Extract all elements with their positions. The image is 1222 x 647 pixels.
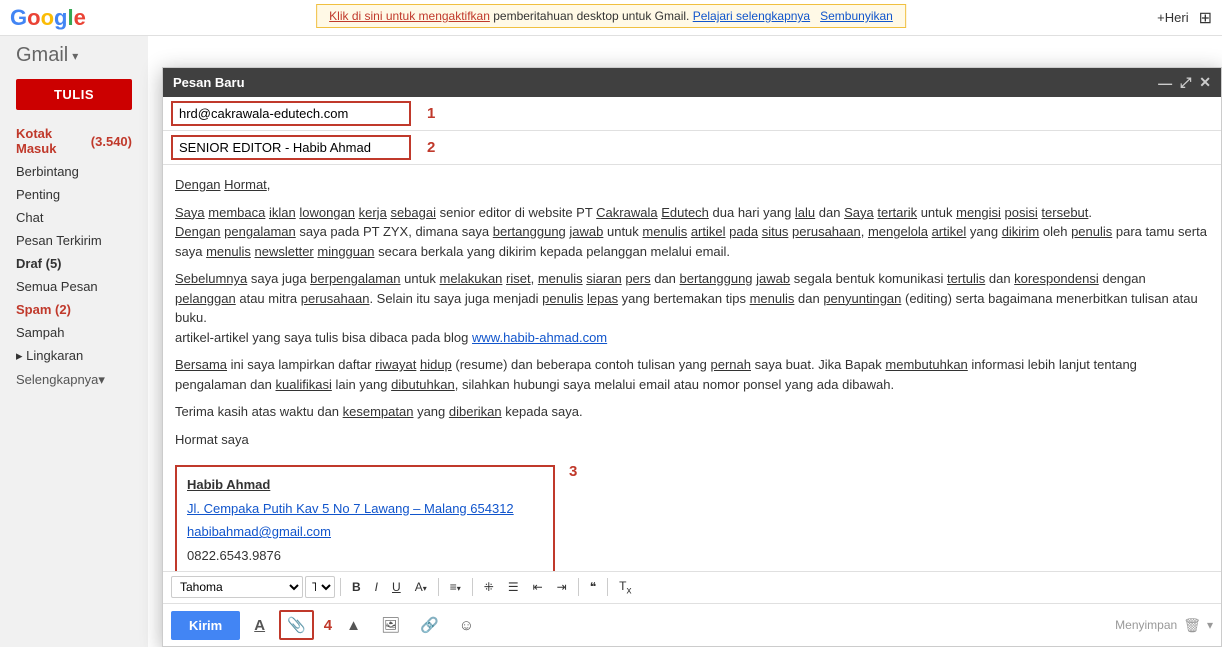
badge-2: 2 <box>427 139 435 156</box>
badge-1: 1 <box>427 105 435 122</box>
compose-window: Pesan Baru — ⤢ ✕ 1 2 Dengan Hormat, <box>162 67 1222 647</box>
more-options-icon[interactable]: ▾ <box>1207 618 1213 632</box>
compose-subject-row: 2 <box>163 131 1221 165</box>
font-size-select[interactable]: T 8 10 12 14 <box>305 576 335 598</box>
compose-header: Pesan Baru — ⤢ ✕ <box>163 68 1221 97</box>
signature-box: Habib Ahmad Jl. Cempaka Putih Kav 5 No 7… <box>175 465 555 571</box>
delete-draft-icon[interactable]: 🗑 <box>1183 617 1201 634</box>
body-salutation: Dengan Hormat, <box>175 175 1209 195</box>
body-closing: Hormat saya <box>175 430 1209 450</box>
apps-grid-icon[interactable]: ⊞ <box>1199 8 1212 28</box>
sidebar-nav: Kotak Masuk (3.540) Berbintang Penting C… <box>0 122 148 392</box>
google-logo: Google <box>10 5 86 31</box>
compose-header-actions: — ⤢ ✕ <box>1158 74 1211 91</box>
compose-title: Pesan Baru <box>173 75 245 90</box>
hide-link[interactable]: Sembunyikan <box>820 9 893 23</box>
underline-button[interactable]: U <box>386 577 407 597</box>
toolbar-separator-4 <box>578 578 579 596</box>
top-bar: Google Klik di sini untuk mengaktifkan p… <box>0 0 1222 36</box>
sidebar-item-circles[interactable]: ▸ Lingkaran <box>0 344 148 368</box>
learn-more-link[interactable]: Pelajari selengkapnya <box>693 9 810 23</box>
badge-4: 4 <box>324 617 332 634</box>
compose-to-row: 1 <box>163 97 1221 131</box>
toolbar-separator-2 <box>438 578 439 596</box>
italic-button[interactable]: I <box>369 577 384 597</box>
blockquote-button[interactable]: ❝ <box>584 577 602 597</box>
indent-more-button[interactable]: ⇥ <box>551 577 573 597</box>
numbered-list-button[interactable]: ⁜ <box>478 577 500 597</box>
badge-3: 3 <box>569 461 577 484</box>
compose-body[interactable]: Dengan Hormat, Saya membaca iklan lowong… <box>163 165 1221 571</box>
font-family-select[interactable]: Tahoma Arial Times New Roman <box>171 576 303 598</box>
saving-status: Menyimpan 🗑 ▾ <box>1115 617 1213 634</box>
font-color-button[interactable]: A▾ <box>409 577 433 597</box>
insert-drive-button[interactable]: ▲ <box>340 613 367 638</box>
attachment-button[interactable]: 📎 <box>279 610 314 640</box>
sidebar-item-all[interactable]: Semua Pesan <box>0 275 148 298</box>
main-layout: Gmail ▾ TULIS Kotak Masuk (3.540) Berbin… <box>0 36 1222 647</box>
bulleted-list-button[interactable]: ☰ <box>502 577 525 597</box>
signature-email: habibahmad@gmail.com <box>187 522 543 542</box>
close-icon[interactable]: ✕ <box>1199 74 1211 91</box>
sidebar-item-starred[interactable]: Berbintang <box>0 160 148 183</box>
sidebar-item-inbox[interactable]: Kotak Masuk (3.540) <box>0 122 148 160</box>
sidebar-item-important[interactable]: Penting <box>0 183 148 206</box>
sidebar-item-drafts[interactable]: Draf (5) <box>0 252 148 275</box>
notification-bar: Klik di sini untuk mengaktifkan pemberit… <box>316 4 906 28</box>
notification-main-text: pemberitahuan desktop untuk Gmail. <box>493 9 692 23</box>
to-input[interactable] <box>171 101 411 126</box>
toolbar-separator-1 <box>340 578 341 596</box>
expand-icon[interactable]: ⤢ <box>1180 74 1191 91</box>
sidebar-item-chat[interactable]: Chat <box>0 206 148 229</box>
insert-link-button[interactable]: 🔗 <box>414 612 445 638</box>
format-text-button[interactable]: A <box>248 613 271 638</box>
sidebar-item-spam[interactable]: Spam (2) <box>0 298 148 321</box>
user-name: +Heri <box>1157 10 1188 25</box>
insert-photo-button[interactable]: 🖼 <box>375 612 406 638</box>
blog-link[interactable]: www.habib-ahmad.com <box>472 330 607 345</box>
align-button[interactable]: ≡▾ <box>444 577 467 597</box>
body-para-1: Saya membaca iklan lowongan kerja sebaga… <box>175 203 1209 262</box>
compose-bottom-bar: Kirim A 📎 4 ▲ 🖼 🔗 ☺ Menyimpan 🗑 ▾ <box>163 603 1221 646</box>
body-para-2: Sebelumnya saya juga berpengalaman untuk… <box>175 269 1209 347</box>
top-right-actions: +Heri ⊞ <box>1157 8 1212 28</box>
toolbar-separator-3 <box>472 578 473 596</box>
sidebar-item-trash[interactable]: Sampah <box>0 321 148 344</box>
bold-button[interactable]: B <box>346 577 367 597</box>
activate-notifications-link[interactable]: Klik di sini untuk mengaktifkan <box>329 9 490 23</box>
body-para-3: Bersama ini saya lampirkan daftar riwaya… <box>175 355 1209 394</box>
subject-input[interactable] <box>171 135 411 160</box>
indent-less-button[interactable]: ⇤ <box>527 577 549 597</box>
sidebar-item-sent[interactable]: Pesan Terkirim <box>0 229 148 252</box>
sidebar-item-more[interactable]: Selengkapnya▾ <box>0 368 148 392</box>
sidebar: Gmail ▾ TULIS Kotak Masuk (3.540) Berbin… <box>0 36 148 647</box>
send-button[interactable]: Kirim <box>171 611 240 640</box>
saving-label: Menyimpan <box>1115 618 1177 632</box>
compose-toolbar: Tahoma Arial Times New Roman T 8 10 12 1… <box>163 571 1221 603</box>
body-para-4: Terima kasih atas waktu dan kesempatan y… <box>175 402 1209 422</box>
compose-button[interactable]: TULIS <box>16 79 132 110</box>
content-area: Pesan Baru — ⤢ ✕ 1 2 Dengan Hormat, <box>148 36 1222 647</box>
signature-name: Habib Ahmad <box>187 475 543 495</box>
signature-phone: 0822.6543.9876 <box>187 546 543 566</box>
signature-email-link[interactable]: habibahmad@gmail.com <box>187 524 331 539</box>
signature-address: Jl. Cempaka Putih Kav 5 No 7 Lawang – Ma… <box>187 499 543 519</box>
emoji-button[interactable]: ☺ <box>453 613 480 638</box>
clear-format-button[interactable]: Tx <box>613 576 637 599</box>
gmail-logo: Gmail ▾ <box>0 44 148 75</box>
minimize-icon[interactable]: — <box>1158 75 1172 91</box>
signature-address-link[interactable]: Jl. Cempaka Putih Kav 5 No 7 Lawang – Ma… <box>187 501 514 516</box>
toolbar-separator-5 <box>607 578 608 596</box>
